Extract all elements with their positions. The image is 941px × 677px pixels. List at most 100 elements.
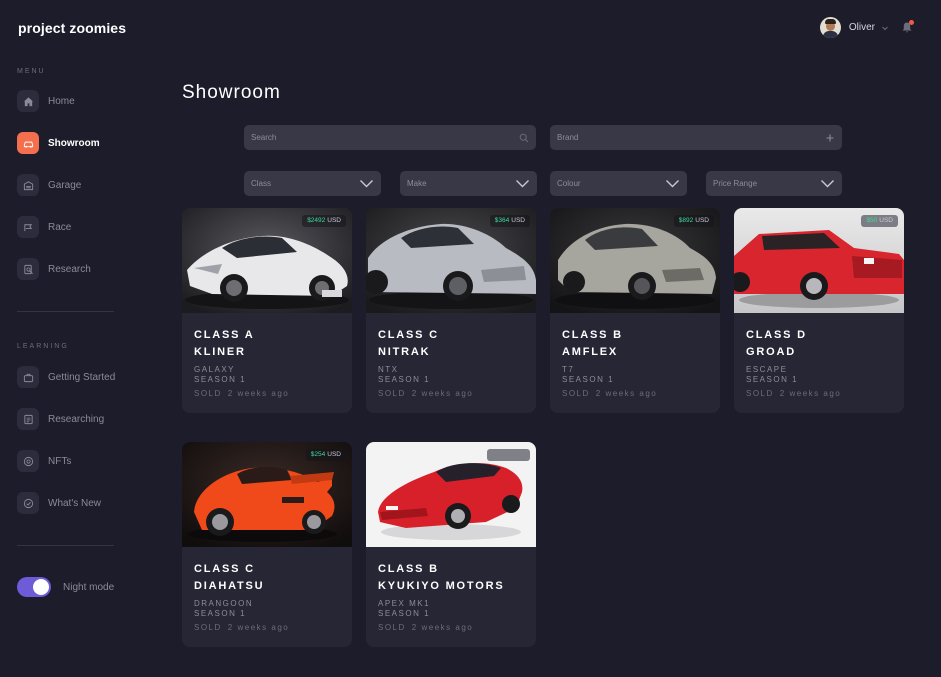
sidebar-item-label: NFTs (48, 455, 72, 467)
sidebar-item-showroom[interactable]: Showroom (17, 132, 157, 154)
price-range-filter-dropdown[interactable]: Price Range (706, 171, 842, 196)
sold-status: SOLD 2 weeks ago (378, 389, 474, 398)
dropdown-label: Price Range (713, 179, 758, 188)
search-icon[interactable] (519, 133, 529, 143)
car-season: SEASON 1 (378, 609, 431, 618)
car-card[interactable]: $50 USD CLASS D GROAD ESCAPE SEASON 1 SOL… (734, 208, 904, 413)
sidebar-divider (17, 311, 114, 312)
home-icon (17, 90, 39, 112)
plus-icon[interactable] (825, 133, 835, 143)
car-class: CLASS C (194, 563, 255, 575)
car-model: ESCAPE (746, 365, 788, 374)
dropdown-label: Colour (557, 179, 581, 188)
chevron-down-icon (821, 180, 834, 188)
check-badge-icon (17, 492, 39, 514)
car-season: SEASON 1 (562, 375, 615, 384)
chevron-down-icon[interactable] (881, 24, 889, 32)
sidebar-item-label: Researching (48, 413, 105, 425)
search-input[interactable]: Search (244, 125, 536, 150)
car-image: $50 USD (734, 208, 904, 313)
price-badge: $364 USD (489, 215, 530, 227)
car-name: AMFLEX (562, 346, 619, 358)
user-name[interactable]: Oliver (849, 22, 875, 33)
menu-section-label: MENU (17, 68, 46, 75)
make-filter-dropdown[interactable]: Make (400, 171, 537, 196)
sidebar-item-researching[interactable]: Researching (17, 408, 157, 430)
car-model: T7 (562, 365, 575, 374)
sidebar-item-garage[interactable]: Garage (17, 174, 157, 196)
sidebar-item-label: Showroom (48, 137, 100, 149)
car-class: CLASS C (378, 329, 439, 341)
night-mode-toggle[interactable] (17, 577, 51, 597)
coin-icon (17, 450, 39, 472)
car-name: KYUKIYO MOTORS (378, 580, 505, 592)
price-badge (487, 449, 530, 461)
brand-input[interactable]: Brand (550, 125, 842, 150)
chevron-down-icon (516, 180, 529, 188)
price-badge: $892 USD (673, 215, 714, 227)
car-card[interactable]: $2492 USD CLASS A KLINER GALAXY SEASON 1 … (182, 208, 352, 413)
car-name: KLINER (194, 346, 246, 358)
garage-icon (17, 174, 39, 196)
page-title: Showroom (182, 82, 281, 103)
price-badge: $254 USD (305, 449, 346, 461)
sold-status: SOLD 2 weeks ago (378, 623, 474, 632)
sidebar-item-home[interactable]: Home (17, 90, 157, 112)
car-card[interactable]: $254 USD CLASS C DIAHATSU DRANGOON SEASON… (182, 442, 352, 647)
car-name: GROAD (746, 346, 796, 358)
car-model: GALAXY (194, 365, 236, 374)
sidebar-item-label: Home (48, 95, 75, 107)
document-icon (17, 408, 39, 430)
car-image: $254 USD (182, 442, 352, 547)
colour-filter-dropdown[interactable]: Colour (550, 171, 687, 196)
price-badge: $50 USD (861, 215, 898, 227)
car-season: SEASON 1 (194, 375, 247, 384)
car-image (366, 442, 536, 547)
sold-status: SOLD 2 weeks ago (562, 389, 658, 398)
chevron-down-icon (360, 180, 373, 188)
car-class: CLASS A (194, 329, 255, 341)
sidebar-item-getting-started[interactable]: Getting Started (17, 366, 157, 388)
car-name: DIAHATSU (194, 580, 265, 592)
brand-placeholder: Brand (557, 133, 579, 142)
avatar[interactable] (819, 17, 841, 38)
sidebar-item-label: Getting Started (48, 371, 116, 383)
briefcase-icon (17, 366, 39, 388)
dropdown-label: Class (251, 179, 272, 188)
class-filter-dropdown[interactable]: Class (244, 171, 381, 196)
sidebar-item-research[interactable]: Research (17, 258, 157, 280)
notification-dot (909, 20, 914, 25)
sidebar-item-whats-new[interactable]: What's New (17, 492, 157, 514)
user-menu[interactable]: Oliver (819, 17, 914, 38)
car-class: CLASS B (562, 329, 623, 341)
car-season: SEASON 1 (194, 609, 247, 618)
sidebar-item-label: Garage (48, 179, 82, 191)
app-logo[interactable]: project zoomies (18, 20, 126, 36)
car-class: CLASS D (746, 329, 807, 341)
sold-status: SOLD 2 weeks ago (746, 389, 842, 398)
sidebar-divider (17, 545, 114, 546)
car-image: $2492 USD (182, 208, 352, 313)
car-card[interactable]: $892 USD CLASS B AMFLEX T7 SEASON 1 SOLD 2… (550, 208, 720, 413)
search-placeholder: Search (251, 133, 277, 142)
chevron-down-icon (666, 180, 679, 188)
race-icon (17, 216, 39, 238)
bell-icon[interactable] (901, 20, 914, 34)
car-season: SEASON 1 (746, 375, 799, 384)
toggle-knob (33, 579, 49, 595)
car-class: CLASS B (378, 563, 439, 575)
sidebar-item-label: Race (48, 221, 72, 233)
car-card[interactable]: $364 USD CLASS C NITRAK NTX SEASON 1 SOLD… (366, 208, 536, 413)
sold-status: SOLD 2 weeks ago (194, 389, 290, 398)
car-model: DRANGOON (194, 599, 254, 608)
learning-section-label: LEARNING (17, 343, 69, 350)
dropdown-label: Make (407, 179, 427, 188)
car-card[interactable]: CLASS B KYUKIYO MOTORS APEX MK1 SEASON 1… (366, 442, 536, 647)
car-model: NTX (378, 365, 399, 374)
car-model: APEX MK1 (378, 599, 431, 608)
car-image: $892 USD (550, 208, 720, 313)
sidebar-item-race[interactable]: Race (17, 216, 157, 238)
sidebar-item-nfts[interactable]: NFTs (17, 450, 157, 472)
night-mode-label: Night mode (63, 582, 115, 593)
car-season: SEASON 1 (378, 375, 431, 384)
